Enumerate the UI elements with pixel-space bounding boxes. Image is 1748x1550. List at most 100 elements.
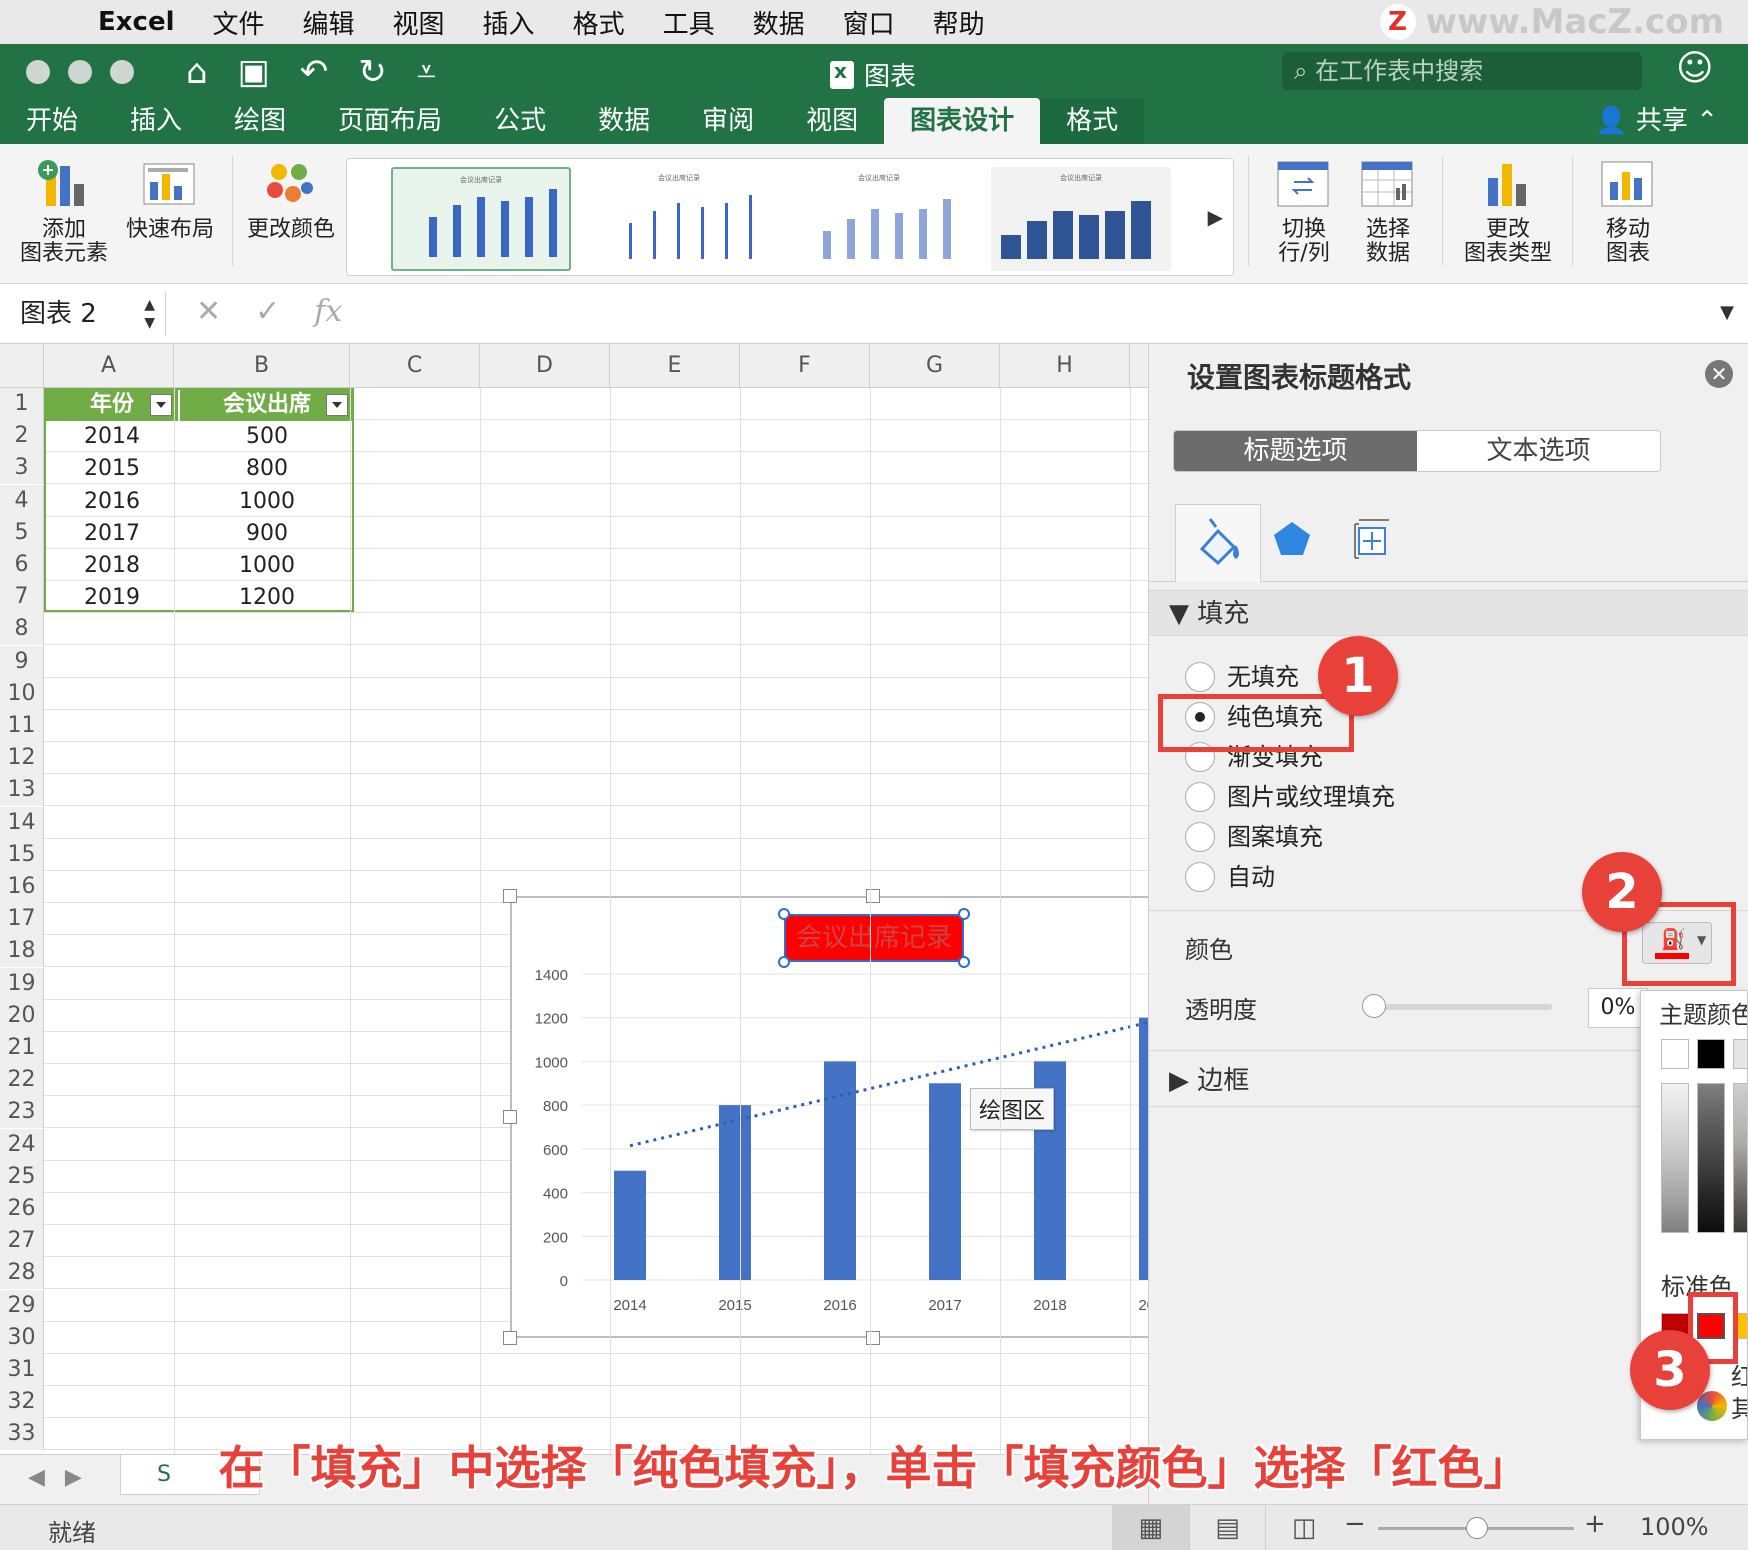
row-header[interactable]: 11 bbox=[0, 710, 44, 742]
swatch-column-white-shades[interactable] bbox=[1661, 1083, 1689, 1233]
cell-attendance[interactable]: 1200 bbox=[180, 582, 354, 614]
menu-help[interactable]: 帮助 bbox=[933, 4, 985, 41]
menu-file[interactable]: 文件 bbox=[213, 4, 265, 41]
chart-resize-handle[interactable] bbox=[503, 1331, 517, 1345]
add-chart-element-button[interactable]: 添加 图表元素 bbox=[14, 158, 114, 266]
menu-edit[interactable]: 编辑 bbox=[303, 4, 355, 41]
menu-tools[interactable]: 工具 bbox=[663, 4, 715, 41]
cell-year[interactable]: 2014 bbox=[46, 421, 178, 453]
zoom-out-icon[interactable]: − bbox=[1344, 1509, 1366, 1539]
cell-year[interactable]: 2016 bbox=[46, 486, 178, 518]
chart-style-2[interactable]: 会议出席记录 bbox=[589, 167, 769, 271]
tab-home[interactable]: 开始 bbox=[0, 98, 104, 144]
select-data-button[interactable]: 选择 数据 bbox=[1346, 158, 1430, 266]
zoom-in-icon[interactable]: + bbox=[1584, 1509, 1606, 1539]
zoom-slider-knob[interactable] bbox=[1466, 1517, 1488, 1539]
chart-bar[interactable] bbox=[1139, 1018, 1148, 1280]
row-header[interactable]: 24 bbox=[0, 1129, 44, 1161]
chart-bar[interactable] bbox=[719, 1105, 751, 1280]
name-box-stepper-icon[interactable]: ▲▼ bbox=[144, 296, 155, 332]
cell-b1[interactable]: 会议出席 bbox=[180, 389, 354, 421]
close-window-button[interactable] bbox=[26, 60, 50, 84]
title-resize-handle[interactable] bbox=[778, 956, 790, 968]
move-chart-button[interactable]: 移动 图表 bbox=[1586, 158, 1670, 266]
row-header[interactable]: 4 bbox=[0, 485, 44, 517]
save-icon[interactable]: ▣ bbox=[238, 52, 270, 92]
tab-draw[interactable]: 绘图 bbox=[208, 98, 312, 144]
tab-review[interactable]: 审阅 bbox=[676, 98, 780, 144]
menu-view[interactable]: 视图 bbox=[393, 4, 445, 41]
worksheet-grid[interactable]: ABCDEFGH 1234567891011121314151617181920… bbox=[0, 344, 1148, 1454]
chart-bar[interactable] bbox=[824, 1061, 856, 1280]
row-header[interactable]: 1 bbox=[0, 388, 44, 420]
transparency-slider-knob[interactable] bbox=[1362, 994, 1386, 1018]
collapse-ribbon-icon[interactable]: ⌃ bbox=[1696, 106, 1718, 136]
undo-icon[interactable]: ↶ bbox=[300, 52, 329, 92]
row-header[interactable]: 25 bbox=[0, 1161, 44, 1193]
swatch-gray[interactable] bbox=[1733, 1039, 1748, 1069]
radio-button[interactable] bbox=[1185, 822, 1215, 852]
share-button[interactable]: 👤 共享 ⌃ bbox=[1595, 98, 1718, 144]
color-wheel-icon[interactable] bbox=[1697, 1391, 1727, 1421]
tab-data[interactable]: 数据 bbox=[572, 98, 676, 144]
cell-year[interactable]: 2018 bbox=[46, 550, 178, 582]
row-header[interactable]: 8 bbox=[0, 613, 44, 645]
menu-insert[interactable]: 插入 bbox=[483, 4, 535, 41]
tab-text-options[interactable]: 文本选项 bbox=[1417, 431, 1660, 471]
radio-button[interactable] bbox=[1185, 862, 1215, 892]
row-header[interactable]: 28 bbox=[0, 1257, 44, 1289]
row-header[interactable]: 13 bbox=[0, 774, 44, 806]
row-header[interactable]: 29 bbox=[0, 1290, 44, 1322]
menu-data[interactable]: 数据 bbox=[753, 4, 805, 41]
fill-section-header[interactable]: ▼ 填充 bbox=[1149, 590, 1748, 636]
chart-resize-handle[interactable] bbox=[503, 889, 517, 903]
swatch-column-gray-shades[interactable] bbox=[1733, 1083, 1748, 1233]
row-header[interactable]: 15 bbox=[0, 839, 44, 871]
column-header[interactable]: F bbox=[740, 344, 870, 388]
row-header[interactable]: 30 bbox=[0, 1322, 44, 1354]
filter-dropdown-icon[interactable] bbox=[326, 394, 348, 416]
tab-formulas[interactable]: 公式 bbox=[468, 98, 572, 144]
redo-icon[interactable]: ↻ bbox=[358, 52, 387, 92]
cell-a1[interactable]: 年份 bbox=[46, 389, 178, 421]
row-header[interactable]: 12 bbox=[0, 742, 44, 774]
confirm-formula-icon[interactable]: ✓ bbox=[255, 294, 280, 329]
title-resize-handle[interactable] bbox=[958, 908, 970, 920]
switch-row-column-button[interactable]: 切换 行/列 bbox=[1262, 158, 1346, 266]
minimize-window-button[interactable] bbox=[68, 60, 92, 84]
close-pane-button[interactable]: ✕ bbox=[1705, 360, 1733, 388]
change-chart-type-button[interactable]: 更改 图表类型 bbox=[1456, 158, 1560, 266]
column-header[interactable]: B bbox=[174, 344, 350, 388]
size-properties-tab[interactable] bbox=[1329, 504, 1415, 582]
chart-resize-handle[interactable] bbox=[866, 889, 880, 903]
row-header[interactable]: 6 bbox=[0, 549, 44, 581]
cell-attendance[interactable]: 500 bbox=[180, 421, 354, 453]
row-header[interactable]: 21 bbox=[0, 1032, 44, 1064]
row-header[interactable]: 7 bbox=[0, 581, 44, 613]
row-header[interactable]: 26 bbox=[0, 1193, 44, 1225]
row-header[interactable]: 9 bbox=[0, 646, 44, 678]
row-header[interactable]: 23 bbox=[0, 1096, 44, 1128]
radio-no-fill[interactable]: 无填充 bbox=[1185, 660, 1299, 694]
transparency-slider[interactable] bbox=[1362, 1004, 1552, 1010]
name-box[interactable]: 图表 2 ▲▼ bbox=[6, 292, 166, 336]
column-header[interactable]: H bbox=[1000, 344, 1130, 388]
column-header[interactable]: A bbox=[44, 344, 174, 388]
select-all-corner[interactable] bbox=[0, 344, 44, 388]
chart-object[interactable]: 0200400600800100012001400201420152016201… bbox=[510, 896, 1148, 1338]
radio-pattern-fill[interactable]: 图案填充 bbox=[1185, 820, 1323, 854]
insert-function-icon[interactable]: fx bbox=[314, 294, 342, 329]
zoom-window-button[interactable] bbox=[110, 60, 134, 84]
cell-attendance[interactable]: 800 bbox=[180, 453, 354, 485]
filter-dropdown-icon[interactable] bbox=[150, 394, 172, 416]
home-icon[interactable]: ⌂ bbox=[186, 52, 208, 92]
cell-year[interactable]: 2019 bbox=[46, 582, 178, 614]
page-layout-view-icon[interactable]: ▤ bbox=[1189, 1505, 1266, 1550]
swatch-white[interactable] bbox=[1661, 1039, 1689, 1069]
radio-picture-fill[interactable]: 图片或纹理填充 bbox=[1185, 780, 1395, 814]
row-header[interactable]: 14 bbox=[0, 807, 44, 839]
row-header[interactable]: 20 bbox=[0, 1000, 44, 1032]
row-header[interactable]: 19 bbox=[0, 968, 44, 1000]
expand-formula-bar-icon[interactable]: ▼ bbox=[1720, 302, 1734, 323]
cell-attendance[interactable]: 1000 bbox=[180, 550, 354, 582]
